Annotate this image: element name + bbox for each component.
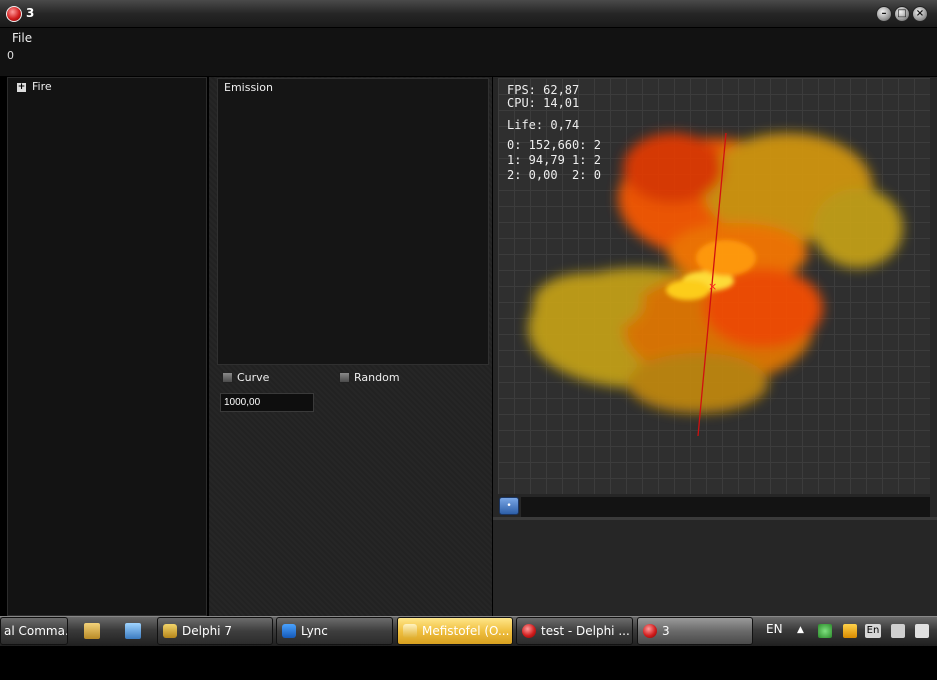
- tools-icon[interactable]: [125, 623, 141, 639]
- taskbar-item-label: al Comma...: [4, 624, 68, 638]
- timeline-divider: [493, 517, 937, 520]
- volume-icon[interactable]: [915, 624, 929, 638]
- chat-icon: [403, 624, 417, 638]
- tree-item-fire[interactable]: Fire: [32, 80, 52, 93]
- emitter-origin-marker: ×: [708, 280, 717, 293]
- taskbar-item-3[interactable]: 3: [637, 617, 753, 645]
- app-icon: [643, 624, 657, 638]
- hud-row-2: 2: 0,00 2: 0: [507, 168, 601, 182]
- curve-checkbox[interactable]: [222, 372, 233, 383]
- lync-icon: [282, 624, 296, 638]
- window-titlebar[interactable]: [0, 0, 937, 28]
- app-icon: [522, 624, 536, 638]
- maximize-icon[interactable]: □: [894, 6, 910, 22]
- network-icon[interactable]: [891, 624, 905, 638]
- effect-tree-panel: [7, 77, 207, 616]
- taskbar-item-lync[interactable]: Lync: [276, 617, 393, 645]
- window-title: 3: [26, 6, 35, 20]
- delphi-icon: [163, 624, 177, 638]
- taskbar-item-test-delphi[interactable]: test - Delphi ...: [516, 617, 633, 645]
- taskbar-item-label: test - Delphi ...: [541, 624, 630, 638]
- curve-label: Curve: [237, 371, 270, 384]
- tray-expand-icon[interactable]: ▲: [797, 625, 804, 635]
- taskbar-item-label: 3: [662, 624, 670, 638]
- timeline-track[interactable]: [521, 497, 930, 517]
- expand-icon[interactable]: +: [17, 83, 26, 92]
- hud-life: Life: 0,74: [507, 118, 580, 132]
- minimize-icon[interactable]: –: [876, 6, 892, 22]
- taskbar-item-label: Mefistofel (O...: [422, 624, 510, 638]
- taskbar-item-delphi7[interactable]: Delphi 7: [157, 617, 273, 645]
- random-checkbox[interactable]: [339, 372, 350, 383]
- explorer-icon[interactable]: [84, 623, 100, 639]
- emission-graph[interactable]: [217, 78, 489, 365]
- emission-label: Emission: [224, 81, 273, 94]
- app-icon[interactable]: [6, 6, 22, 22]
- taskbar-item-commander[interactable]: al Comma...: [0, 617, 68, 645]
- taskbar-item-label: Delphi 7: [182, 624, 232, 638]
- close-icon[interactable]: ×: [912, 6, 928, 22]
- status-icon[interactable]: [818, 624, 832, 638]
- outlook-icon[interactable]: [843, 624, 857, 638]
- taskbar-item-label: Lync: [301, 624, 328, 638]
- language-indicator[interactable]: EN: [766, 622, 783, 636]
- hud-cpu: CPU: 14,01: [507, 96, 580, 110]
- status-counter: 0: [7, 49, 14, 62]
- taskbar-item-mefistofel[interactable]: Mefistofel (O...: [397, 617, 513, 645]
- menu-bar: [0, 28, 937, 76]
- hud-row-1: 1: 94,79 1: 2: [507, 153, 601, 167]
- menu-file[interactable]: File: [12, 31, 32, 45]
- input-language-icon[interactable]: En: [865, 624, 881, 638]
- screen-bottom: [0, 646, 937, 680]
- timeline-play-button[interactable]: •: [499, 497, 519, 515]
- hud-fps: FPS: 62,87: [507, 83, 580, 97]
- hud-row-0: 0: 152,660: 2: [507, 138, 601, 152]
- random-label: Random: [354, 371, 400, 384]
- emission-value-input[interactable]: [220, 393, 314, 412]
